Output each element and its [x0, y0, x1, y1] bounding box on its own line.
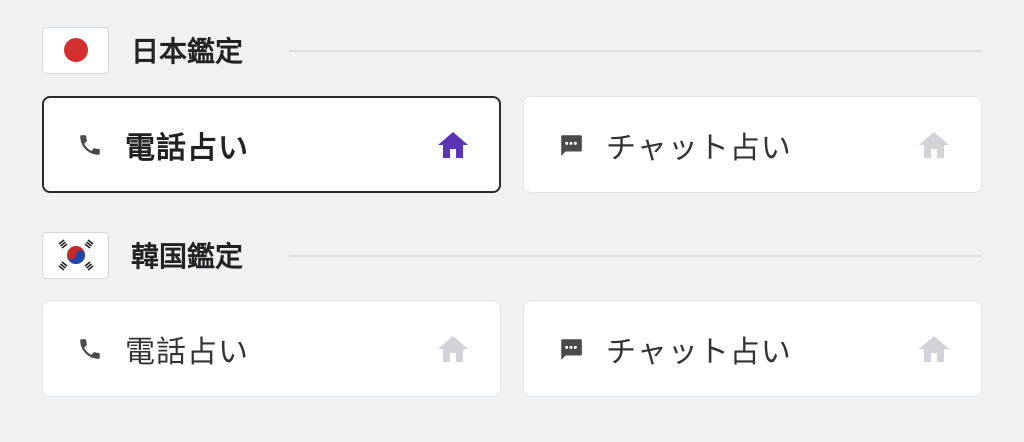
- chat-icon: [556, 130, 586, 160]
- korea-flag-icon: [42, 231, 109, 279]
- japan-flag-icon: [42, 26, 109, 74]
- card-label: 電話占い: [125, 334, 249, 370]
- phone-icon: [75, 334, 105, 364]
- chat-icon: [556, 334, 586, 364]
- section-header-korea: 韓国鑑定: [42, 231, 982, 279]
- card-label: 電話占い: [125, 130, 249, 166]
- section-title: 韓国鑑定: [131, 240, 244, 273]
- section-divider: [289, 255, 982, 257]
- card-label: チャット占い: [606, 130, 792, 166]
- home-icon: [917, 130, 951, 160]
- home-icon: [917, 334, 951, 364]
- home-icon: [436, 130, 470, 160]
- japan-chat-card[interactable]: チャット占い: [523, 96, 982, 193]
- section-divider: [289, 50, 982, 52]
- card-label: チャット占い: [606, 334, 792, 370]
- home-icon: [436, 334, 470, 364]
- phone-icon: [75, 130, 105, 160]
- japan-phone-card[interactable]: 電話占い: [42, 96, 501, 193]
- korea-phone-card[interactable]: 電話占い: [42, 300, 501, 397]
- section-header-japan: 日本鑑定: [42, 26, 982, 74]
- korea-chat-card[interactable]: チャット占い: [523, 300, 982, 397]
- section-title: 日本鑑定: [131, 35, 244, 68]
